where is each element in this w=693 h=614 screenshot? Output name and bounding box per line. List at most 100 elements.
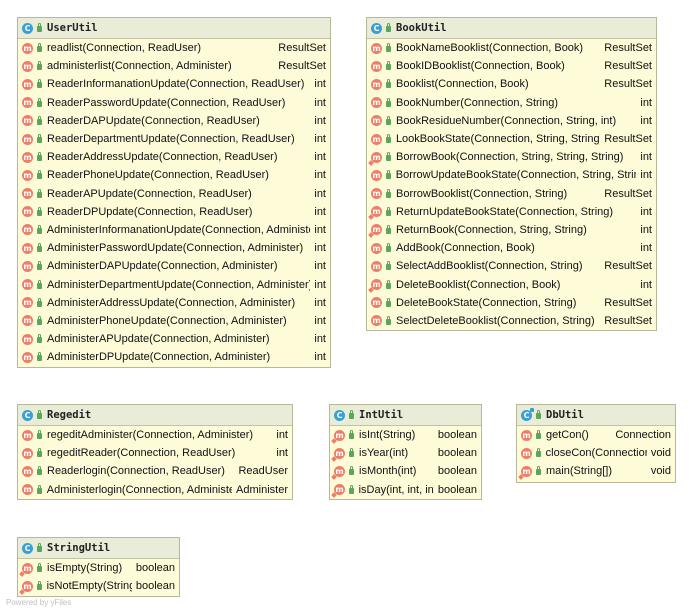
- method-row[interactable]: m isEmpty(String) boolean: [18, 559, 179, 577]
- method-row[interactable]: m Readerlogin(Connection, ReadUser) ReadUs…: [18, 462, 292, 480]
- method-row[interactable]: m isInt(String) boolean: [330, 426, 481, 444]
- public-visibility-icon: [386, 279, 391, 289]
- public-visibility-icon: [37, 23, 42, 32]
- public-visibility-icon: [536, 466, 541, 476]
- method-row[interactable]: m readlist(Connection, ReadUser) ResultSet: [18, 39, 330, 57]
- method-row[interactable]: m BookNumber(Connection, String) int: [367, 94, 656, 112]
- method-row[interactable]: m BorrowBook(Connection, String, String, …: [367, 148, 656, 166]
- method-row[interactable]: m BookResidueNumber(Connection, String, i…: [367, 112, 656, 130]
- method-row[interactable]: m closeCon(Connection) void: [517, 444, 675, 462]
- method-row[interactable]: m SelectAddBooklist(Connection, String) Re…: [367, 257, 656, 275]
- method-return-type: int: [640, 205, 652, 218]
- method-return-type: ResultSet: [278, 42, 326, 55]
- method-row[interactable]: m main(String[]) void: [517, 462, 675, 480]
- method-row[interactable]: m ReaderDAPUpdate(Connection, ReadUser) in…: [18, 112, 330, 130]
- class-header[interactable]: C DbUtil: [517, 405, 675, 426]
- class-box-dbutil[interactable]: C DbUtil m getCon() Connection m closeCon(Co…: [516, 404, 676, 483]
- public-visibility-icon: [37, 430, 42, 440]
- method-return-type: int: [314, 260, 326, 273]
- class-box-intutil[interactable]: C IntUtil m isInt(String) boolean m isYear(i…: [329, 404, 482, 500]
- method-icon: m: [371, 42, 382, 54]
- method-row[interactable]: m administerlist(Connection, Administer) R…: [18, 57, 330, 75]
- method-row[interactable]: m ReturnUpdateBookState(Connection, Strin…: [367, 203, 656, 221]
- method-return-type: ResultSet: [604, 187, 652, 200]
- method-icon: m: [371, 133, 382, 145]
- method-row[interactable]: m isYear(int) boolean: [330, 444, 481, 462]
- method-row[interactable]: m DeleteBookState(Connection, String) Resu…: [367, 294, 656, 312]
- method-row[interactable]: m BorrowBooklist(Connection, String) Resul…: [367, 185, 656, 203]
- method-row[interactable]: m LookBookState(Connection, String, Strin…: [367, 130, 656, 148]
- method-row[interactable]: m Administerlogin(Connection, Administer)…: [18, 481, 292, 499]
- method-row[interactable]: m regeditReader(Connection, ReadUser) int: [18, 444, 292, 462]
- method-list: m isInt(String) boolean m isYear(int) boolean…: [330, 426, 481, 499]
- method-row[interactable]: m AddBook(Connection, Book) int: [367, 239, 656, 257]
- method-return-type: int: [314, 133, 326, 146]
- method-row[interactable]: m SelectDeleteBooklist(Connection, String…: [367, 312, 656, 330]
- method-return-type: Administer: [236, 483, 288, 496]
- method-icon: m: [22, 115, 33, 127]
- class-header[interactable]: C Regedit: [18, 405, 292, 426]
- method-row[interactable]: m Booklist(Connection, Book) ResultSet: [367, 75, 656, 93]
- method-row[interactable]: m ReaderDPUpdate(Connection, ReadUser) int: [18, 203, 330, 221]
- method-return-type: ResultSet: [278, 60, 326, 73]
- method-row[interactable]: m ReaderAPUpdate(Connection, ReadUser) int: [18, 185, 330, 203]
- method-icon: m: [521, 429, 532, 441]
- method-row[interactable]: m BorrowUpdateBookState(Connection, Strin…: [367, 166, 656, 184]
- public-visibility-icon: [37, 188, 42, 198]
- method-row[interactable]: m isMonth(int) boolean: [330, 462, 481, 480]
- method-return-type: int: [640, 278, 652, 291]
- public-visibility-icon: [37, 334, 42, 344]
- class-title: Regedit: [47, 409, 92, 421]
- method-row[interactable]: m AdministerDAPUpdate(Connection, Adminis…: [18, 257, 330, 275]
- class-title: BookUtil: [396, 22, 447, 34]
- method-return-type: ResultSet: [604, 60, 652, 73]
- method-icon: m: [371, 60, 382, 72]
- method-row[interactable]: m ReturnBook(Connection, String, String) i…: [367, 221, 656, 239]
- method-row[interactable]: m ReaderInformanationUpdate(Connection, R…: [18, 75, 330, 93]
- method-row[interactable]: m AdministerInformanationUpdate(Connectio…: [18, 221, 330, 239]
- method-row[interactable]: m AdministerAddressUpdate(Connection, Adm…: [18, 294, 330, 312]
- method-row[interactable]: m isDay(int, int, int) boolean: [330, 481, 481, 499]
- method-row[interactable]: m getCon() Connection: [517, 426, 675, 444]
- method-signature: BookNameBooklist(Connection, Book): [396, 42, 584, 55]
- method-signature: SelectAddBooklist(Connection, String): [396, 260, 583, 273]
- method-row[interactable]: m ReaderPhoneUpdate(Connection, ReadUser)…: [18, 166, 330, 184]
- public-visibility-icon: [37, 115, 42, 125]
- class-box-bookutil[interactable]: C BookUtil m BookNameBooklist(Connection,…: [366, 17, 657, 331]
- method-row[interactable]: m AdministerPasswordUpdate(Connection, Ad…: [18, 239, 330, 257]
- public-visibility-icon: [37, 466, 42, 476]
- method-return-type: int: [640, 96, 652, 109]
- method-list: m readlist(Connection, ReadUser) ResultSet…: [18, 39, 330, 366]
- method-row[interactable]: m regeditAdminister(Connection, Administe…: [18, 426, 292, 444]
- public-visibility-icon: [37, 170, 42, 180]
- class-header[interactable]: C UserUtil: [18, 18, 330, 39]
- method-row[interactable]: m AdministerDPUpdate(Connection, Administ…: [18, 348, 330, 366]
- method-row[interactable]: m BookIDBooklist(Connection, Book) ResultS…: [367, 57, 656, 75]
- method-icon: m: [22, 465, 33, 477]
- method-row[interactable]: m AdministerPhoneUpdate(Connection, Admin…: [18, 312, 330, 330]
- class-box-stringutil[interactable]: C StringUtil m isEmpty(String) boolean m isN…: [17, 537, 180, 597]
- method-return-type: void: [650, 465, 671, 478]
- method-row[interactable]: m ReaderDepartmentUpdate(Connection, Read…: [18, 130, 330, 148]
- method-icon: m: [371, 78, 382, 90]
- class-header[interactable]: C BookUtil: [367, 18, 656, 39]
- class-header[interactable]: C IntUtil: [330, 405, 481, 426]
- method-row[interactable]: m AdministerDepartmentUpdate(Connection, …: [18, 275, 330, 293]
- method-row[interactable]: m isNotEmpty(String) boolean: [18, 577, 179, 595]
- method-icon: m: [521, 447, 532, 459]
- public-visibility-icon: [37, 581, 42, 591]
- method-row[interactable]: m BookNameBooklist(Connection, Book) Resul…: [367, 39, 656, 57]
- class-box-userutil[interactable]: C UserUtil m readlist(Connection, ReadUse…: [17, 17, 331, 368]
- class-header[interactable]: C StringUtil: [18, 538, 179, 559]
- method-row[interactable]: m DeleteBooklist(Connection, Book) int: [367, 275, 656, 293]
- class-box-regedit[interactable]: C Regedit m regeditAdminister(Connection,…: [17, 404, 293, 500]
- method-signature: regeditReader(Connection, ReadUser): [47, 447, 236, 460]
- method-row[interactable]: m ReaderAddressUpdate(Connection, ReadUse…: [18, 148, 330, 166]
- public-visibility-icon: [37, 97, 42, 107]
- static-method-icon: m: [521, 465, 532, 477]
- method-row[interactable]: m AdministerAPUpdate(Connection, Administ…: [18, 330, 330, 348]
- method-signature: ReaderDPUpdate(Connection, ReadUser): [47, 205, 253, 218]
- method-signature: ReaderPhoneUpdate(Connection, ReadUser): [47, 169, 269, 182]
- method-row[interactable]: m ReaderPasswordUpdate(Connection, ReadUs…: [18, 94, 330, 112]
- public-visibility-icon: [37, 297, 42, 307]
